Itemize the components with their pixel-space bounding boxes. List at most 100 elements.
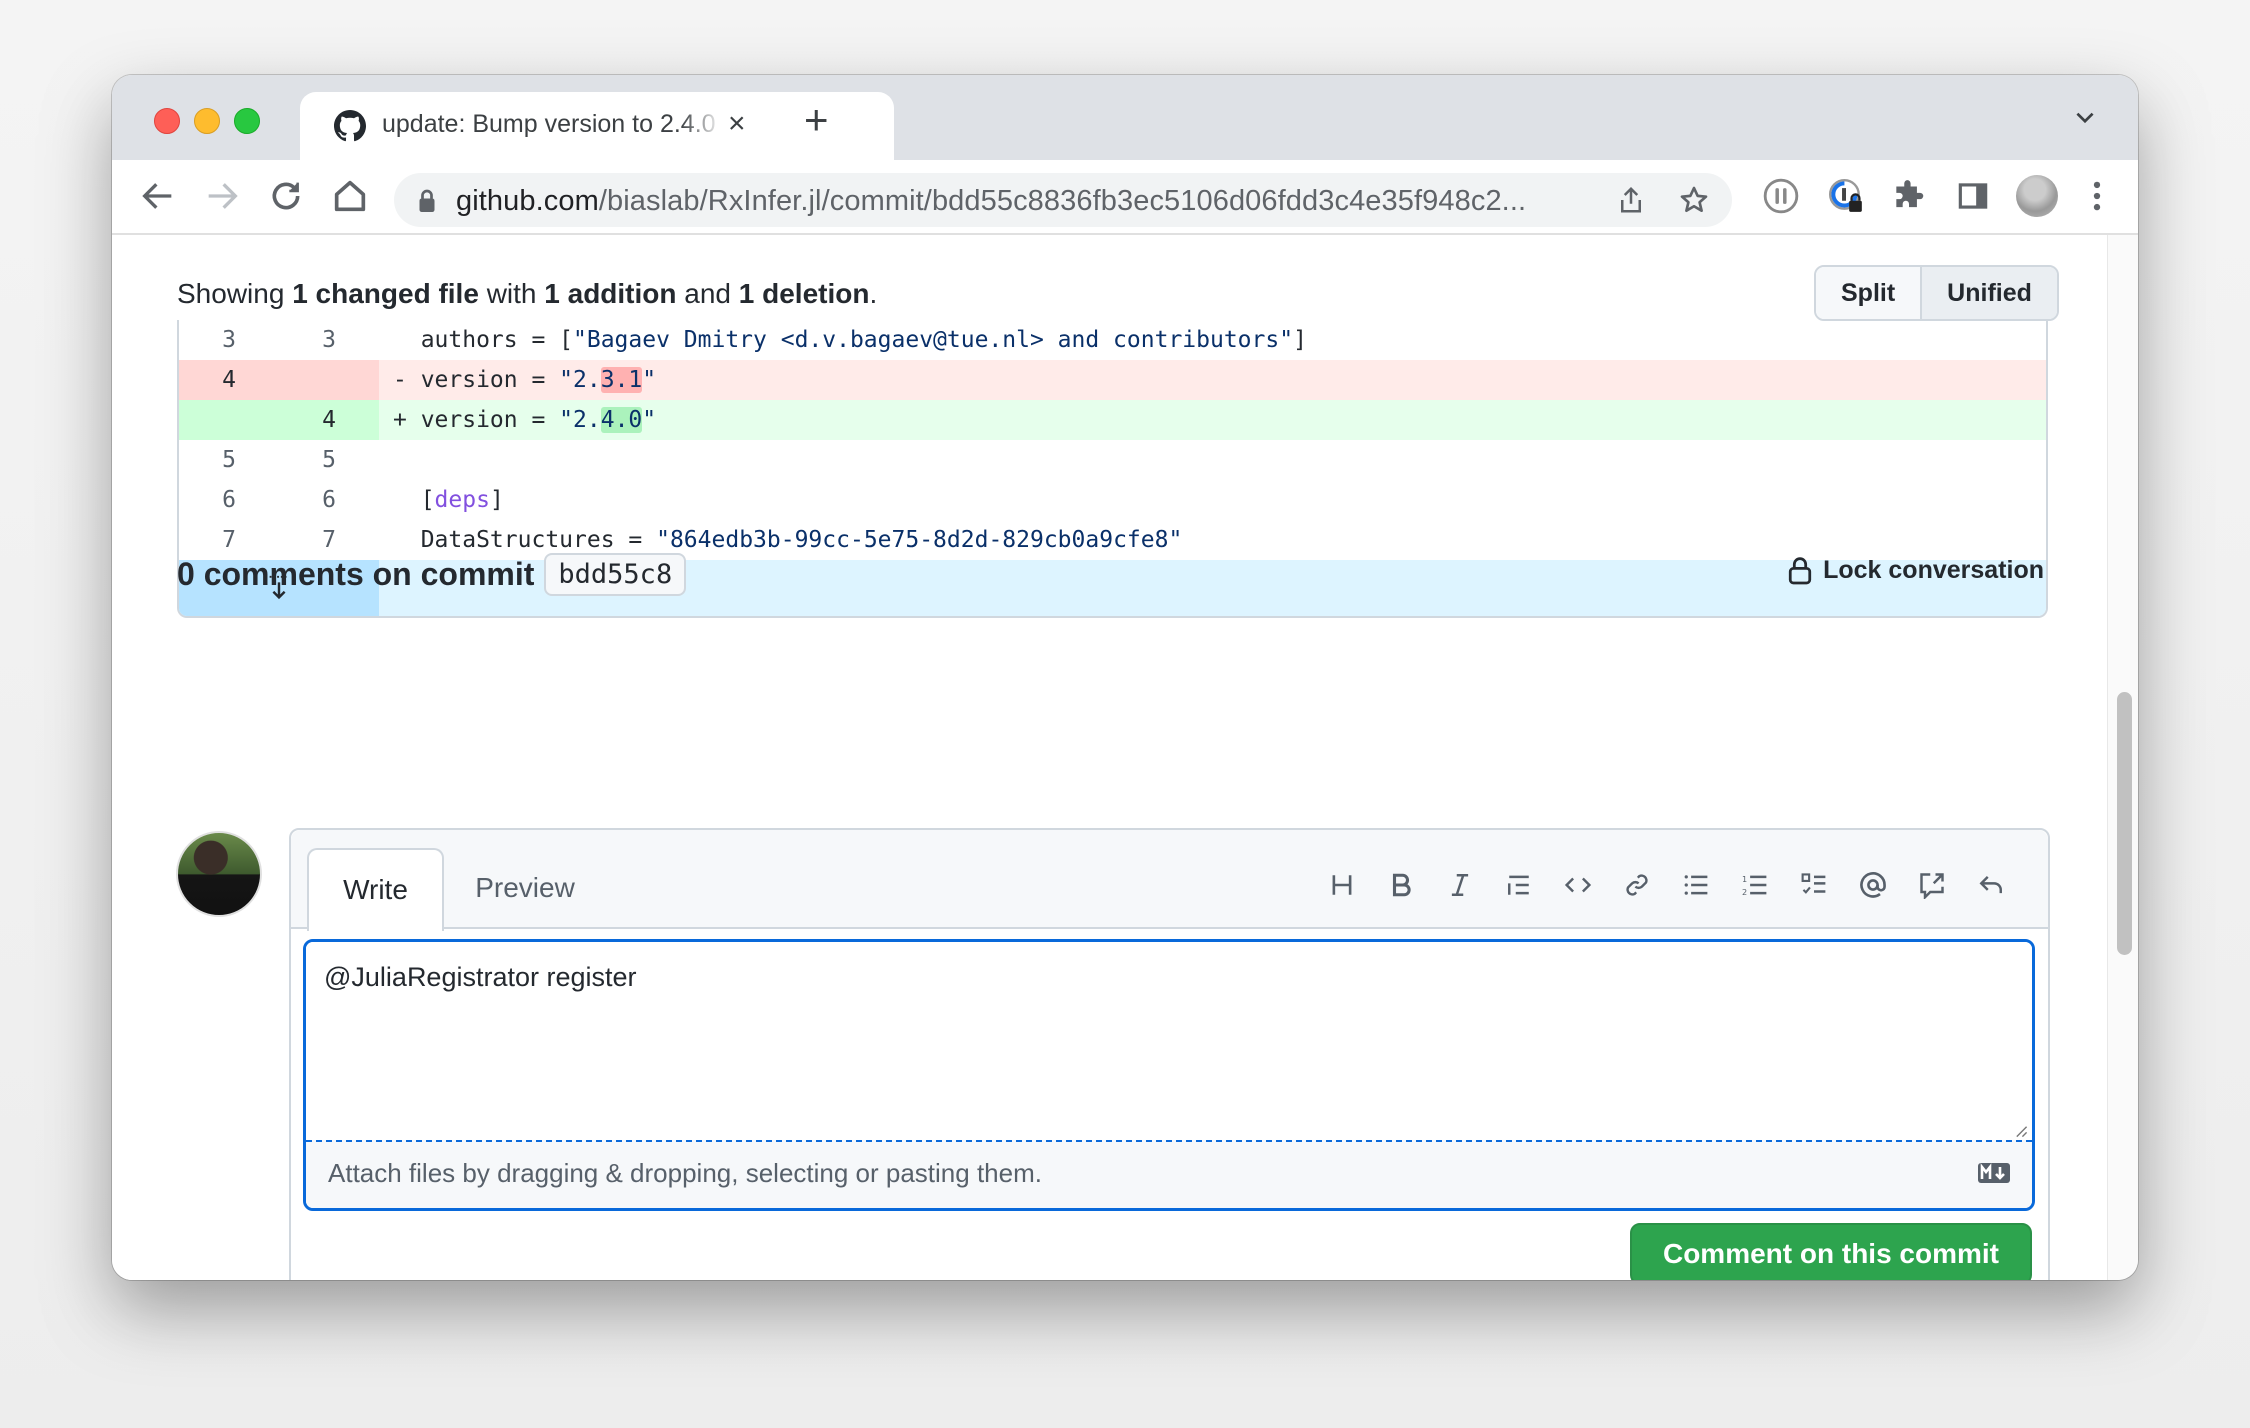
old-line-number[interactable]: 5 [179,440,279,480]
quote-icon[interactable] [1500,868,1538,902]
diff-view-toggle: Split Unified [1814,265,2059,321]
code-token: 4.0 [600,407,643,433]
side-panel-icon[interactable] [1954,177,1992,215]
url-text[interactable]: github.com/biaslab/RxInfer.jl/commit/bdd… [456,185,1526,218]
more-menu-icon[interactable] [2078,177,2116,215]
reply-icon[interactable] [1972,868,2010,902]
composer-header: Write Preview 12 [291,830,2048,931]
profile-avatar[interactable] [2016,175,2058,217]
chevron-down-icon[interactable] [2072,105,2098,131]
lock-conversation-button[interactable]: Lock conversation [1787,555,2044,585]
code-token: "2. [559,407,601,433]
code-token: " [642,367,657,393]
browser-toolbar: github.com/biaslab/RxInfer.jl/commit/bdd… [112,160,2138,235]
github-icon [334,110,366,142]
code-token: authors = [ [393,327,574,353]
code-token: [ [393,487,435,513]
resize-grip-icon[interactable] [2014,1124,2028,1138]
scrollbar-thumb[interactable] [2117,692,2132,955]
user-avatar[interactable] [176,831,262,917]
code-token: "Bagaev Dmitry <d.v.bagaev@tue.nl> and c… [573,327,1294,353]
tab-preview[interactable]: Preview [455,848,595,927]
unordered-list-icon[interactable] [1677,868,1715,902]
password-manager-icon[interactable] [1827,177,1865,215]
svg-text:2: 2 [1742,887,1747,897]
italic-icon[interactable] [1441,868,1479,902]
browser-window: update: Bump version to 2.4.0 × + github… [112,75,2138,1280]
minimize-window-button[interactable] [194,108,220,134]
comment-on-commit-button[interactable]: Comment on this commit [1630,1223,2032,1280]
tab-write[interactable]: Write [307,848,444,931]
diff-line-context[interactable]: 66 [deps] [179,480,2046,520]
comments-heading: 0 comments on commit bdd55c8 [177,553,687,596]
code-token: 3.1 [600,367,643,393]
reference-icon[interactable] [1913,868,1951,902]
markdown-toolbar: 12 [1323,868,2010,902]
unified-view-button[interactable]: Unified [1920,267,2057,319]
tab-strip: update: Bump version to 2.4.0 × + [112,75,2138,160]
lock-icon[interactable] [418,188,436,212]
code-token: "2. [559,367,601,393]
share-icon[interactable] [1616,185,1646,215]
bold-icon[interactable] [1382,868,1420,902]
diff-line-context[interactable]: 55 [179,440,2046,480]
maximize-window-button[interactable] [234,108,260,134]
diff-code: + version = "2.4.0" [379,400,2046,440]
old-line-number[interactable]: 4 [179,360,279,400]
close-window-button[interactable] [154,108,180,134]
pause-extension-icon[interactable] [1762,177,1800,215]
code-token: - version = [393,367,560,393]
code-token: "864edb3b-99cc-5e75-8d2d-829cb0a9cfe8" [656,527,1183,553]
code-token: " [642,407,657,433]
code-token: + version = [393,407,560,433]
markdown-icon[interactable] [1978,1162,2010,1184]
split-view-button[interactable]: Split [1816,267,1921,319]
new-line-number[interactable]: 4 [279,400,379,440]
attach-files-bar[interactable]: Attach files by dragging & dropping, sel… [306,1140,2032,1208]
lock-icon [1788,557,1812,585]
diff-line-context[interactable]: 33 authors = ["Bagaev Dmitry <d.v.bagaev… [179,320,2046,360]
new-tab-button[interactable]: + [804,99,829,141]
diff-line-deletion[interactable]: 4 - version = "2.3.1" [179,360,2046,400]
home-icon[interactable] [330,176,370,216]
svg-text:1: 1 [1742,874,1747,884]
diff-code: authors = ["Bagaev Dmitry <d.v.bagaev@tu… [379,320,2046,360]
comment-textarea[interactable] [306,942,2032,1140]
code-token: ] [1293,327,1307,353]
old-line-number[interactable] [179,400,279,440]
new-line-number[interactable]: 6 [279,480,379,520]
reload-icon[interactable] [266,176,306,216]
link-icon[interactable] [1618,868,1656,902]
old-line-number[interactable]: 6 [179,480,279,520]
new-line-number[interactable] [279,360,379,400]
address-bar[interactable]: github.com/biaslab/RxInfer.jl/commit/bdd… [394,173,1732,227]
diff-summary: Showing 1 changed file with 1 addition a… [177,278,878,309]
ordered-list-icon[interactable]: 12 [1736,868,1774,902]
diff-code: - version = "2.3.1" [379,360,2046,400]
comment-composer: Write Preview 12 @JuliaRegistrator regis… [289,828,2050,1280]
comment-editor: Attach files by dragging & dropping, sel… [303,939,2035,1211]
page-scrollbar[interactable] [2107,235,2138,1280]
mention-icon[interactable] [1854,868,1892,902]
commit-sha-badge[interactable]: bdd55c8 [544,553,687,596]
code-token: ] [489,487,504,513]
diff-code [379,440,2046,480]
attach-files-hint: Attach files by dragging & dropping, sel… [328,1158,1042,1188]
forward-icon[interactable] [202,176,242,216]
diff-line-addition[interactable]: 4 + version = "2.4.0" [179,400,2046,440]
heading-icon[interactable] [1323,868,1361,902]
new-line-number[interactable]: 5 [279,440,379,480]
github-commit-page: Showing 1 changed file with 1 addition a… [112,235,2108,1280]
code-token: deps [434,487,490,513]
tab-title: update: Bump version to 2.4.0 [382,110,716,138]
code-icon[interactable] [1559,868,1597,902]
tab-close-icon[interactable]: × [728,108,746,140]
task-list-icon[interactable] [1795,868,1833,902]
old-line-number[interactable]: 3 [179,320,279,360]
code-token: DataStructures = [393,527,657,553]
diff-code: [deps] [379,480,2046,520]
puzzle-extensions-icon[interactable] [1890,177,1928,215]
new-line-number[interactable]: 3 [279,320,379,360]
star-icon[interactable] [1678,184,1710,216]
back-icon[interactable] [138,176,178,216]
